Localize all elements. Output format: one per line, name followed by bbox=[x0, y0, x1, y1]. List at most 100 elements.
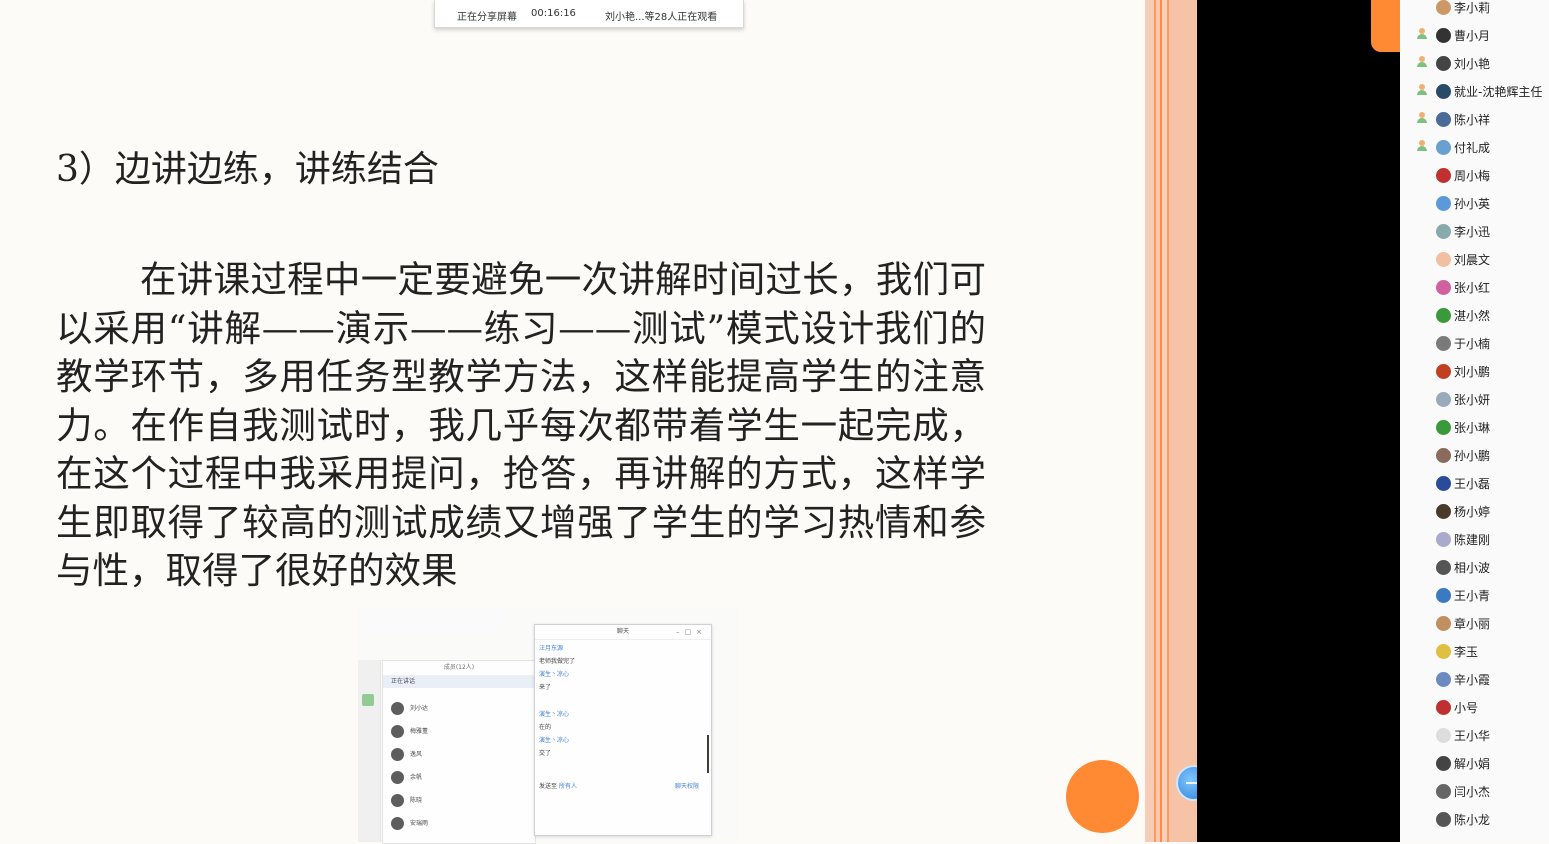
attendee-row[interactable]: 王小磊 bbox=[1400, 469, 1549, 497]
embedded-sidebar bbox=[358, 660, 381, 842]
attendee-row[interactable]: 付礼成 bbox=[1400, 133, 1549, 161]
attendee-row[interactable]: 小号 bbox=[1400, 693, 1549, 721]
attendee-name: 辛小霞 bbox=[1454, 673, 1491, 687]
share-status-text: 正在分享屏幕 bbox=[457, 12, 517, 23]
member-name: 逸风 bbox=[410, 751, 423, 758]
attendee-row[interactable]: 章小丽 bbox=[1400, 609, 1549, 637]
avatar bbox=[1436, 308, 1451, 323]
attendee-row[interactable]: 辛小霞 bbox=[1400, 665, 1549, 693]
attendee-name: 章小丽 bbox=[1454, 617, 1491, 631]
avatar bbox=[1436, 700, 1451, 715]
embedded-screenshot: 成员(12人) 正在讲话 刘小达 梅雅董 逸风 余帆 陈晓 安瑞雨 聊天 –□× 汪月东源… bbox=[358, 608, 738, 844]
attendee-row[interactable]: 刘晨文 bbox=[1400, 245, 1549, 273]
attendee-row[interactable]: 张小妍 bbox=[1400, 385, 1549, 413]
avatar bbox=[1436, 224, 1451, 239]
viewer-count-text: 刘小艳...等28人正在观看 bbox=[605, 12, 718, 23]
person-icon bbox=[1416, 28, 1428, 40]
attendee-name: 于小楠 bbox=[1454, 337, 1491, 351]
avatar bbox=[1436, 784, 1451, 799]
member-row: 梅雅董 bbox=[391, 724, 428, 740]
attendee-row[interactable]: 王小青 bbox=[1400, 581, 1549, 609]
chat-title-text: 聊天 bbox=[616, 628, 629, 635]
attendee-name: 闫小杰 bbox=[1454, 785, 1491, 799]
avatar bbox=[1436, 728, 1451, 743]
person-icon bbox=[1416, 84, 1428, 96]
person-icon bbox=[1416, 56, 1428, 68]
chat-permission-link: 聊天权限 bbox=[674, 783, 699, 790]
attendee-row[interactable]: 相小波 bbox=[1400, 553, 1549, 581]
attendee-row[interactable]: 就业-沈艳辉主任 bbox=[1400, 77, 1549, 105]
attendee-row[interactable]: 陈建刚 bbox=[1400, 525, 1549, 553]
attendee-row[interactable]: 刘小艳 bbox=[1400, 49, 1549, 77]
attendee-name: 湛小然 bbox=[1454, 309, 1491, 323]
attendee-row[interactable]: 刘小鹏 bbox=[1400, 357, 1549, 385]
attendee-row[interactable]: 王小华 bbox=[1400, 721, 1549, 749]
video-panel-corner bbox=[1371, 0, 1400, 52]
chat-sender: 演生丶凉心 bbox=[539, 711, 570, 718]
attendee-row[interactable]: 孙小鹏 bbox=[1400, 441, 1549, 469]
panel-divider bbox=[1145, 0, 1197, 842]
attendee-row[interactable]: 李小迅 bbox=[1400, 217, 1549, 245]
attendee-name: 就业-沈艳辉主任 bbox=[1454, 85, 1543, 99]
attendee-row[interactable]: 于小楠 bbox=[1400, 329, 1549, 357]
avatar bbox=[1436, 196, 1451, 211]
attendee-name: 孙小鹏 bbox=[1454, 449, 1491, 463]
attendee-name: 小号 bbox=[1454, 701, 1479, 715]
attendee-row[interactable]: 曹小月 bbox=[1400, 21, 1549, 49]
avatar bbox=[1436, 644, 1451, 659]
avatar bbox=[1436, 504, 1451, 519]
avatar bbox=[1436, 364, 1451, 379]
avatar bbox=[1436, 252, 1451, 267]
attendee-name: 周小梅 bbox=[1454, 169, 1491, 183]
member-name: 刘小达 bbox=[410, 705, 429, 712]
attendee-row[interactable]: 解小娟 bbox=[1400, 749, 1549, 777]
attendee-name: 张小红 bbox=[1454, 281, 1491, 295]
avatar bbox=[1436, 588, 1451, 603]
attendee-row[interactable]: 闫小杰 bbox=[1400, 777, 1549, 805]
attendee-row[interactable]: 陈小祥 bbox=[1400, 105, 1549, 133]
avatar bbox=[1436, 420, 1451, 435]
avatar bbox=[1436, 476, 1451, 491]
chat-sender: 汪月东源 bbox=[539, 645, 564, 652]
attendee-name: 解小娟 bbox=[1454, 757, 1491, 771]
attendee-row[interactable]: 李小莉 bbox=[1400, 0, 1549, 21]
send-to-value: 所有人 bbox=[558, 783, 577, 790]
window-controls-icon: –□× bbox=[676, 628, 707, 636]
attendee-list[interactable]: 李小莉 曹小月 刘小艳就业-沈艳辉主任 陈小祥付礼成周小梅孙小英 李小迅 刘晨文张小红湛小… bbox=[1400, 0, 1549, 842]
slide-body-text: 在讲课过程中一定要避免一次讲解时间过长，我们可以采用“讲解——演示——练习——测… bbox=[56, 258, 986, 592]
avatar bbox=[391, 817, 404, 830]
avatar bbox=[1436, 0, 1451, 15]
avatar bbox=[1436, 812, 1451, 827]
attendee-row[interactable]: 李玉 bbox=[1400, 637, 1549, 665]
member-name: 余帆 bbox=[410, 774, 423, 781]
avatar bbox=[1436, 532, 1451, 547]
avatar bbox=[1436, 280, 1451, 295]
attendee-row[interactable]: 杨小婷 bbox=[1400, 497, 1549, 525]
chat-scrollbar bbox=[707, 735, 709, 773]
avatar bbox=[1436, 140, 1451, 155]
attendee-name: 张小妍 bbox=[1454, 393, 1491, 407]
attendee-row[interactable]: 陈小龙 bbox=[1400, 805, 1549, 833]
attendee-row[interactable]: 湛小然 bbox=[1400, 301, 1549, 329]
attendee-name: 陈小祥 bbox=[1454, 113, 1491, 127]
attendee-name: 张小琳 bbox=[1454, 421, 1491, 435]
chat-sender: 演生丶凉心 bbox=[539, 671, 570, 678]
attendee-row[interactable]: 孙小英 bbox=[1400, 189, 1549, 217]
member-row: 余帆 bbox=[391, 770, 422, 786]
avatar bbox=[391, 702, 404, 715]
send-to-row: 发送至 所有人 bbox=[539, 781, 577, 790]
attendee-row[interactable]: 张小红 bbox=[1400, 273, 1549, 301]
avatar bbox=[391, 771, 404, 784]
attendee-name: 王小磊 bbox=[1454, 477, 1491, 491]
video-panel bbox=[1197, 0, 1400, 842]
embedded-chat-window: 聊天 –□× 汪月东源 老师我做完了 演生丶凉心 来了 演生丶凉心 在的 演生丶凉心 交了 发… bbox=[534, 624, 712, 836]
embedded-member-list: 成员(12人) 正在讲话 刘小达 梅雅董 逸风 余帆 陈晓 安瑞雨 bbox=[382, 660, 536, 844]
attendee-row[interactable]: 张小琳 bbox=[1400, 413, 1549, 441]
floating-orange-button[interactable] bbox=[1066, 760, 1139, 833]
slide-heading: 3）边讲边练，讲练结合 bbox=[56, 149, 439, 190]
attendee-name: 王小华 bbox=[1454, 729, 1491, 743]
attendee-name: 相小波 bbox=[1454, 561, 1491, 575]
search-icon bbox=[362, 694, 374, 706]
attendee-row[interactable]: 周小梅 bbox=[1400, 161, 1549, 189]
avatar bbox=[1436, 560, 1451, 575]
